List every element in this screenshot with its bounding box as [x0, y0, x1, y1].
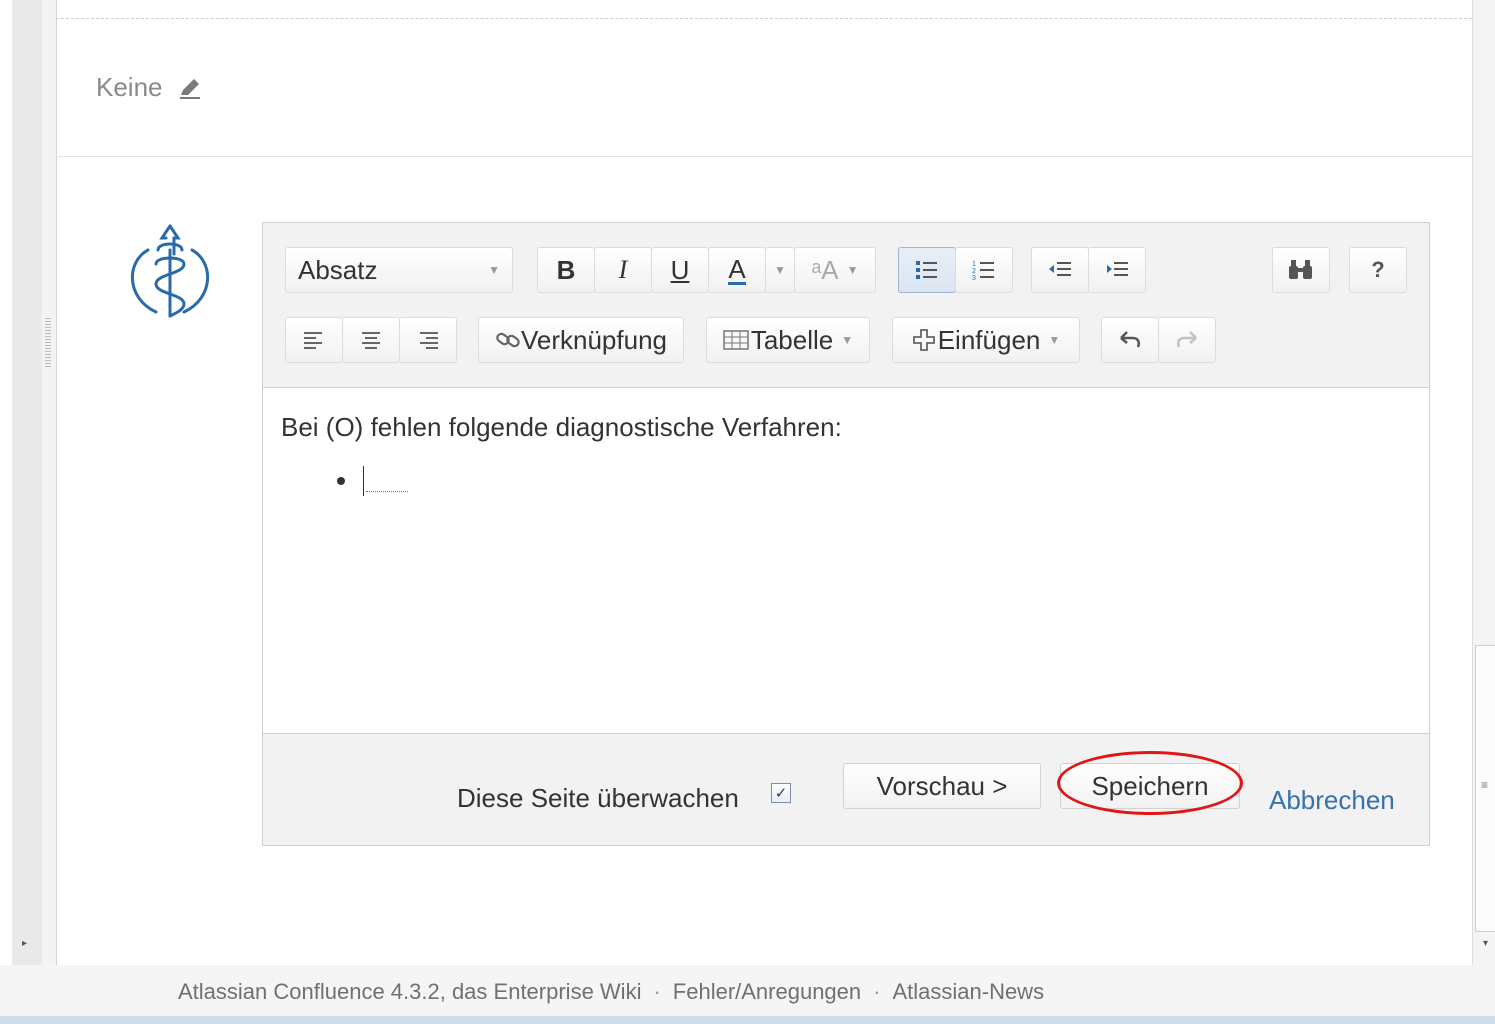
redo-button[interactable]: [1158, 317, 1216, 363]
left-panel-resize-handle[interactable]: [45, 318, 51, 368]
empty-placeholder: [366, 471, 408, 492]
table-label: Tabelle: [750, 324, 834, 355]
text-color-dropdown[interactable]: ▼: [765, 247, 795, 293]
product-info: Atlassian Confluence 4.3.2, das Enterpri…: [178, 979, 642, 1004]
svg-text:1: 1: [972, 261, 976, 268]
help-label: ?: [1371, 257, 1385, 282]
rich-text-editor: Absatz ▼ B I U A ▼ ᵃA ▼ 1 2 3 ? Verknüpf…: [262, 222, 1430, 846]
align-center-button[interactable]: [342, 317, 400, 363]
numbered-list-button[interactable]: 1 2 3: [955, 247, 1013, 293]
bullet-list-icon: [916, 261, 937, 279]
svg-text:2: 2: [972, 268, 976, 275]
undo-icon: [1120, 331, 1141, 348]
italic-label: I: [618, 255, 628, 284]
underline-button[interactable]: U: [651, 247, 709, 293]
outdent-button[interactable]: [1031, 247, 1089, 293]
bullet-list-button[interactable]: [898, 247, 956, 293]
underline-label: U: [670, 254, 690, 285]
chevron-down-icon: ▼: [841, 333, 854, 347]
svg-text:3: 3: [972, 275, 976, 281]
preview-button[interactable]: Vorschau >: [843, 763, 1041, 809]
list-item[interactable]: [337, 466, 408, 496]
help-button[interactable]: ?: [1349, 247, 1407, 293]
editor-toolbar: Absatz ▼ B I U A ▼ ᵃA ▼ 1 2 3 ? Verknüpf…: [263, 223, 1429, 388]
section-divider: [56, 156, 1472, 157]
chevron-down-icon: ▼: [774, 263, 786, 277]
avatar: [118, 220, 222, 324]
paragraph-format-value: Absatz: [298, 254, 378, 285]
labels-value: Keine: [96, 72, 163, 102]
bold-button[interactable]: B: [537, 247, 595, 293]
expand-sidebar-arrow-icon[interactable]: ▸: [22, 938, 27, 949]
align-left-button[interactable]: [285, 317, 343, 363]
section-divider-dashed: [56, 18, 1472, 19]
labels-row: Keine: [96, 72, 203, 103]
text-cursor: [363, 466, 364, 496]
editor-content-area[interactable]: Bei (O) fehlen folgende diagnostische Ve…: [263, 388, 1429, 734]
content-paragraph: Bei (O) fehlen folgende diagnostische Ve…: [281, 412, 842, 442]
paragraph-format-select[interactable]: Absatz ▼: [285, 247, 513, 293]
font-size-button[interactable]: ᵃA ▼: [794, 247, 876, 293]
editor-footer: Diese Seite überwachen ✓ Vorschau > Spei…: [263, 735, 1429, 845]
table-button[interactable]: Tabelle ▼: [706, 317, 870, 363]
chevron-down-icon: ▼: [1048, 333, 1061, 347]
news-link[interactable]: Atlassian-News: [892, 979, 1044, 1005]
align-right-button[interactable]: [399, 317, 457, 363]
redo-icon: [1176, 331, 1197, 348]
chevron-down-icon: ▼: [488, 263, 500, 277]
find-replace-button[interactable]: [1272, 247, 1330, 293]
indent-icon: [1107, 262, 1128, 276]
scrollbar-grip-icon: ≡: [1481, 778, 1489, 792]
font-size-label: ᵃA: [811, 254, 839, 285]
save-button[interactable]: Speichern: [1060, 763, 1240, 809]
link-icon: [496, 332, 520, 348]
outdent-icon: [1049, 262, 1071, 276]
indent-button[interactable]: [1088, 247, 1146, 293]
bullet-icon: [337, 477, 345, 485]
find-replace-icon: [1289, 260, 1312, 279]
footer-separator: ·: [653, 979, 661, 1004]
link-button[interactable]: Verknüpfung: [478, 317, 684, 363]
footer-separator: ·: [873, 979, 881, 1004]
bottom-strip: [0, 1016, 1495, 1024]
checkbox-icon: ✓: [774, 784, 788, 802]
italic-button[interactable]: I: [594, 247, 652, 293]
numbered-list-icon: 1 2 3: [972, 261, 994, 281]
left-panel: [12, 0, 57, 965]
insert-label: Einfügen: [937, 324, 1041, 355]
left-gutter: [0, 0, 12, 965]
align-left-icon: [304, 332, 322, 349]
insert-button[interactable]: Einfügen ▼: [892, 317, 1080, 363]
link-label: Verknüpfung: [520, 324, 667, 355]
undo-button[interactable]: [1101, 317, 1159, 363]
watch-page-checkbox[interactable]: ✓: [771, 783, 791, 803]
chevron-down-icon: ▼: [846, 263, 859, 277]
bold-label: B: [556, 254, 576, 285]
cancel-link[interactable]: Abbrechen: [1269, 785, 1395, 816]
scroll-down-arrow-icon[interactable]: ▾: [1483, 938, 1488, 949]
align-right-icon: [420, 332, 438, 349]
text-color-label: A: [728, 253, 746, 285]
watch-page-label: Diese Seite überwachen: [457, 783, 739, 813]
table-icon: [723, 330, 749, 350]
text-color-button[interactable]: A: [708, 247, 766, 293]
plus-icon: [912, 329, 935, 351]
pencil-icon[interactable]: [177, 75, 203, 101]
feedback-link[interactable]: Fehler/Anregungen: [673, 979, 861, 1005]
align-center-icon: [362, 332, 380, 349]
